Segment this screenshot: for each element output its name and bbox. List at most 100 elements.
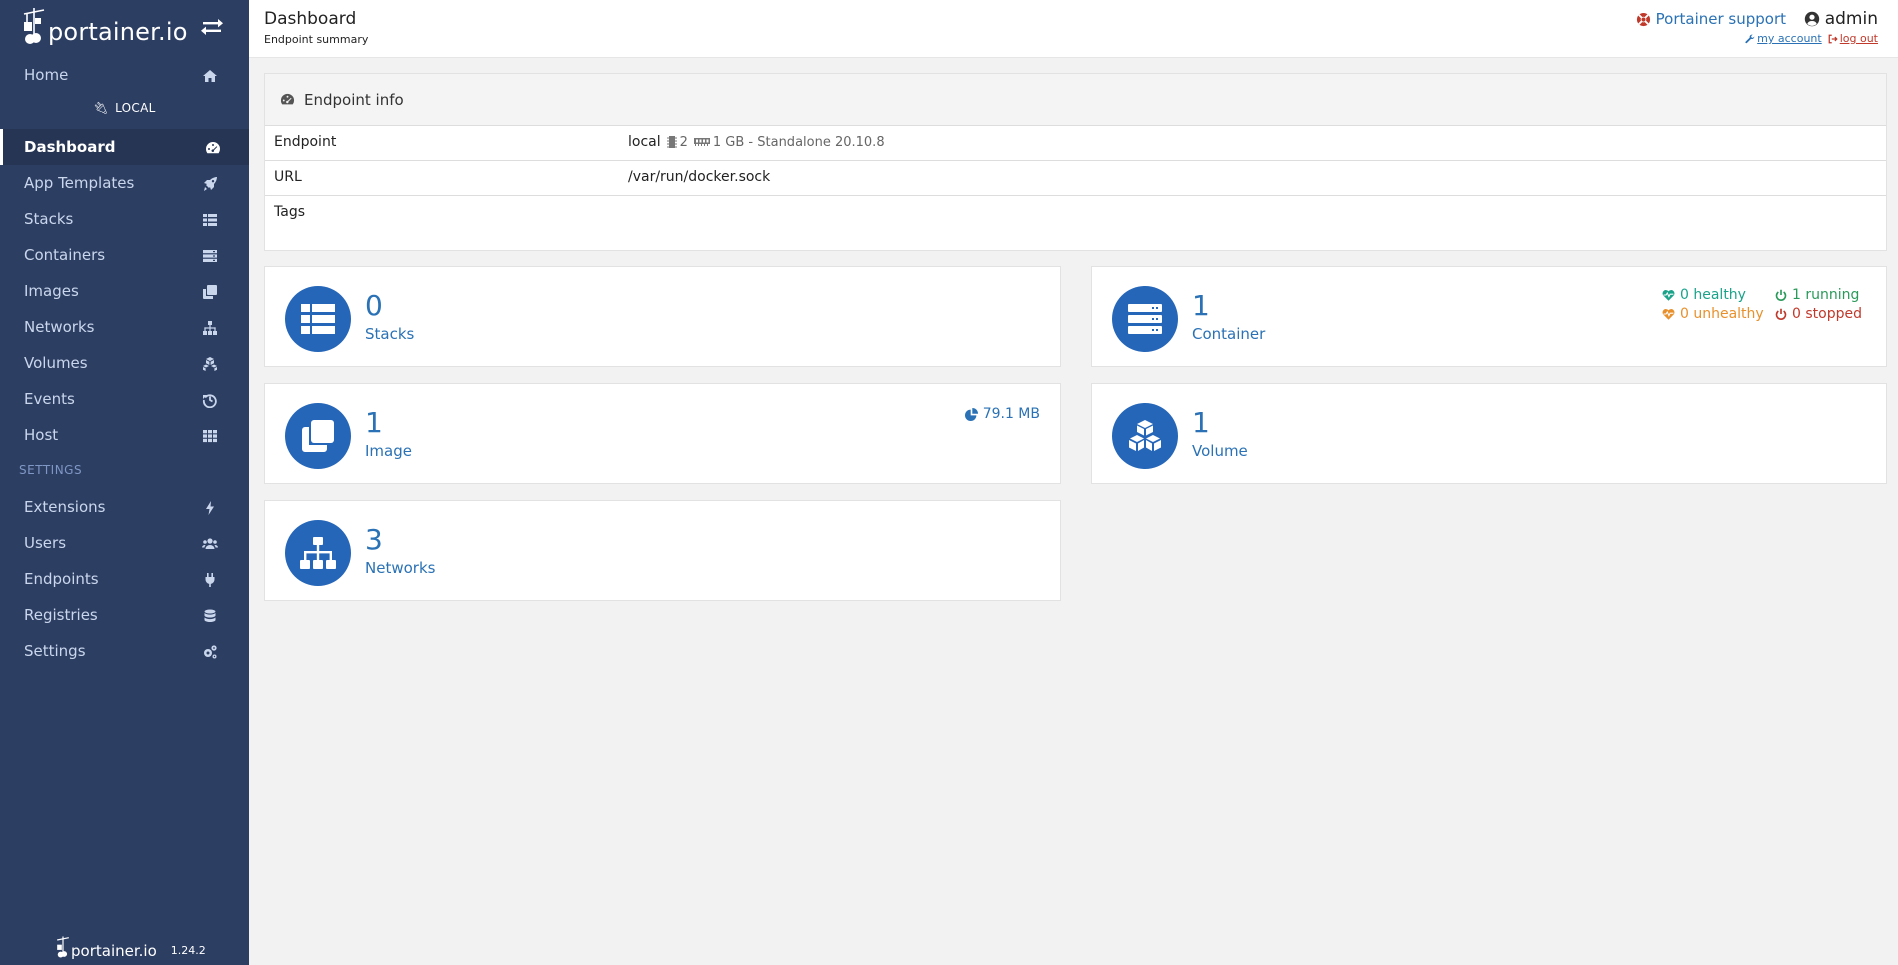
volumes-widget[interactable]: 1 Volume [1091, 383, 1887, 484]
user-circle-icon [1804, 11, 1819, 27]
portainer-crane-icon [23, 8, 45, 44]
healthy-status: 0 healthy [1662, 287, 1775, 303]
brand-name: portainer.io [48, 18, 188, 46]
footer-brand: portainer.io 1.24.2 [56, 934, 206, 960]
clone-icon [302, 420, 334, 452]
sign-out-icon [1828, 34, 1838, 43]
sidebar-item-images[interactable]: Images [0, 273, 249, 309]
cpu-info: 2 [666, 135, 688, 150]
th-list-icon [203, 214, 217, 226]
my-account-label: my account [1757, 32, 1822, 45]
stopped-label: 0 stopped [1792, 306, 1862, 322]
stacks-icon-circle [285, 286, 351, 352]
endpoint-name: LOCAL [115, 101, 156, 115]
containers-count: 1 [1192, 289, 1210, 322]
sidebar-item-label: Extensions [24, 498, 106, 516]
sidebar-item-host[interactable]: Host [0, 417, 249, 453]
sidebar-item-label: App Templates [24, 174, 135, 192]
page-subtitle: Endpoint summary [264, 33, 369, 46]
sidebar-item-label: Containers [24, 246, 106, 264]
sidebar-item-label: Settings [24, 642, 86, 660]
networks-icon-circle [285, 520, 351, 586]
tags-key: Tags [274, 204, 305, 220]
stacks-widget[interactable]: 0 Stacks [264, 266, 1061, 367]
server-icon [203, 250, 217, 262]
containers-widget[interactable]: 1 Container 0 healthy 1 running 0 unheal… [1091, 266, 1887, 367]
sidebar-item-label: Events [24, 390, 75, 408]
sidebar-item-extensions[interactable]: Extensions [0, 489, 249, 525]
username: admin [1824, 9, 1878, 29]
rocket-icon [204, 177, 217, 191]
version-label: 1.24.2 [170, 944, 206, 957]
sidebar-item-app-templates[interactable]: App Templates [0, 165, 249, 201]
images-widget[interactable]: 1 Image 79.1 MB [264, 383, 1061, 484]
sidebar-item-home[interactable]: Home [0, 57, 249, 93]
th-list-icon [301, 304, 335, 334]
heartbeat-icon [1662, 290, 1675, 301]
sidebar-item-events[interactable]: Events [0, 381, 249, 417]
url-row: URL /var/run/docker.sock [265, 161, 1886, 196]
power-off-icon [1775, 289, 1787, 301]
images-label: Image [365, 442, 412, 460]
wrench-icon [1745, 34, 1755, 43]
sidebar-item-users[interactable]: Users [0, 525, 249, 561]
stacks-count: 0 [365, 289, 383, 322]
images-size: 79.1 MB [964, 406, 1040, 422]
volumes-label: Volume [1192, 442, 1248, 460]
sidebar-item-label: Stacks [24, 210, 74, 228]
endpoint-info-header: Endpoint info [265, 74, 1886, 126]
page-title: Dashboard [264, 9, 357, 29]
portainer-logo[interactable]: portainer.io [22, 6, 188, 46]
sidebar-item-endpoints[interactable]: Endpoints [0, 561, 249, 597]
sidebar-item-settings[interactable]: Settings [0, 633, 249, 669]
endpoint-row: Endpoint local 2 1 GB - Standalone 20.10… [265, 126, 1886, 161]
running-status: 1 running [1775, 287, 1862, 303]
running-label: 1 running [1792, 287, 1860, 303]
images-icon-circle [285, 403, 351, 469]
container-status: 0 healthy 1 running 0 unhealthy 0 stoppe… [1662, 287, 1862, 322]
home-icon [203, 70, 217, 82]
power-off-icon [1775, 308, 1787, 320]
sidebar-item-label: Host [24, 426, 59, 444]
life-ring-icon [1636, 12, 1650, 26]
memory-value: 1 GB - Standalone 20.10.8 [712, 134, 885, 150]
tags-row: Tags [265, 196, 1886, 231]
plug-icon [205, 573, 215, 587]
stopped-status: 0 stopped [1775, 306, 1862, 322]
sidebar-item-registries[interactable]: Registries [0, 597, 249, 633]
sitemap-icon [300, 537, 336, 569]
networks-count: 3 [365, 523, 383, 556]
memory-info: 1 GB - Standalone 20.10.8 [693, 134, 885, 150]
sidebar-item-networks[interactable]: Networks [0, 309, 249, 345]
support-link[interactable]: Portainer support [1636, 10, 1786, 28]
sidebar-item-label: Users [24, 534, 67, 552]
user-menu: admin [1804, 9, 1878, 29]
networks-label: Networks [365, 559, 436, 577]
volumes-icon-circle [1112, 403, 1178, 469]
my-account-link[interactable]: my account [1745, 32, 1822, 45]
sidebar-item-volumes[interactable]: Volumes [0, 345, 249, 381]
images-count: 1 [365, 406, 383, 439]
sidebar-item-label: Home [24, 66, 69, 84]
settings-section-label: SETTINGS [19, 463, 83, 477]
cubes-icon [203, 357, 217, 371]
log-out-link[interactable]: log out [1828, 32, 1878, 45]
th-icon [203, 430, 217, 443]
unhealthy-status: 0 unhealthy [1662, 306, 1775, 322]
tachometer-icon [280, 93, 295, 105]
pie-chart-icon [964, 407, 978, 421]
endpoint-info-panel: Endpoint info Endpoint local 2 1 GB - St… [264, 73, 1887, 251]
sitemap-icon [203, 321, 217, 335]
sidebar-item-containers[interactable]: Containers [0, 237, 249, 273]
sidebar-item-dashboard[interactable]: Dashboard [0, 129, 249, 165]
networks-widget[interactable]: 3 Networks [264, 500, 1061, 601]
sidebar-item-label: Networks [24, 318, 95, 336]
sidebar-item-stacks[interactable]: Stacks [0, 201, 249, 237]
sidebar-item-label: Dashboard [24, 138, 116, 156]
support-label: Portainer support [1655, 10, 1786, 28]
endpoint-label: 🔌︎ LOCAL [0, 101, 249, 115]
toggle-sidebar-icon[interactable] [200, 17, 224, 37]
portainer-crane-icon [57, 936, 69, 958]
url-key: URL [274, 169, 302, 185]
user-links: my account log out [1745, 32, 1878, 45]
